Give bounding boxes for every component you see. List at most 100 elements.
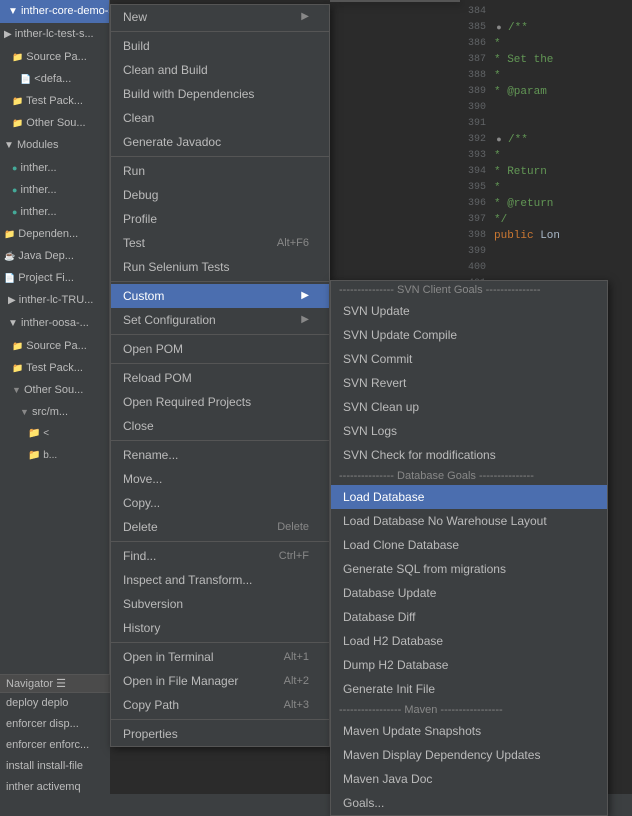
generate-sql[interactable]: Generate SQL from migrations <box>331 557 607 581</box>
menu-item-subversion[interactable]: Subversion <box>111 592 329 616</box>
sidebar-item-0[interactable]: ▼ inther-core-demo-s... <box>0 0 109 23</box>
menu-item-history[interactable]: History <box>111 616 329 640</box>
menu-item-copy[interactable]: Copy... <box>111 491 329 515</box>
sidebar-item-8[interactable]: ● inther... <box>0 179 109 201</box>
db-section-header: --------------- Database Goals ---------… <box>331 467 607 485</box>
menu-item-properties[interactable]: Properties <box>111 722 329 746</box>
menu-sep-7 <box>111 541 329 542</box>
menu-item-rename[interactable]: Rename... <box>111 443 329 467</box>
menu-item-new[interactable]: New ▶ <box>111 5 329 29</box>
sidebar-item-7[interactable]: ● inther... <box>0 157 109 179</box>
navigator-item-enforcer-enforc: enforcer enforc... <box>0 735 110 756</box>
menu-item-delete[interactable]: Delete Delete <box>111 515 329 539</box>
svn-check-modifications[interactable]: SVN Check for modifications <box>331 443 607 467</box>
menu-label-clean: Clean <box>123 109 154 127</box>
menu-item-javadoc[interactable]: Generate Javadoc <box>111 130 329 154</box>
menu-item-selenium[interactable]: Run Selenium Tests <box>111 255 329 279</box>
sidebar-item-angle[interactable]: 📁 < <box>0 423 109 445</box>
sidebar-item-6[interactable]: ▼ Modules <box>0 134 109 157</box>
menu-label-inspect: Inspect and Transform... <box>123 571 252 589</box>
sidebar-item-other1[interactable]: ▼ Other Sou... <box>0 379 109 401</box>
menu-item-find[interactable]: Find... Ctrl+F <box>111 544 329 568</box>
menu-label-open-terminal: Open in Terminal <box>123 648 214 666</box>
svn-logs[interactable]: SVN Logs <box>331 419 607 443</box>
sidebar-item-9[interactable]: ● inther... <box>0 201 109 223</box>
sidebar-item-3[interactable]: 📄 <defa... <box>0 68 109 90</box>
menu-item-custom[interactable]: Custom ▶ <box>111 284 329 308</box>
menu-item-open-pom[interactable]: Open POM <box>111 337 329 361</box>
sidebar-item-b[interactable]: 📁 b... <box>0 445 109 467</box>
sidebar-item-oosa[interactable]: ▼ inther-oosa-... <box>0 312 109 335</box>
submenu-new <box>330 0 460 2</box>
menu-item-build-dep[interactable]: Build with Dependencies <box>111 82 329 106</box>
database-update[interactable]: Database Update <box>331 581 607 605</box>
sidebar-item-src1[interactable]: 📁 Source Pa... <box>0 335 109 357</box>
menu-item-open-req[interactable]: Open Required Projects <box>111 390 329 414</box>
menu-item-profile[interactable]: Profile <box>111 207 329 231</box>
menu-label-rename: Rename... <box>123 446 178 464</box>
menu-item-clean[interactable]: Clean <box>111 106 329 130</box>
svn-commit[interactable]: SVN Commit <box>331 347 607 371</box>
load-h2-database[interactable]: Load H2 Database <box>331 629 607 653</box>
menu-item-run[interactable]: Run <box>111 159 329 183</box>
sidebar-item-java[interactable]: ☕ Java Dep... <box>0 245 109 267</box>
load-database[interactable]: Load Database <box>331 485 607 509</box>
menu-item-open-terminal[interactable]: Open in Terminal Alt+1 <box>111 645 329 669</box>
menu-item-inspect[interactable]: Inspect and Transform... <box>111 568 329 592</box>
database-diff-label: Database Diff <box>343 608 416 626</box>
navigator-title-label: Navigator ☰ <box>6 678 66 690</box>
menu-sep-5 <box>111 363 329 364</box>
menu-item-open-file-manager[interactable]: Open in File Manager Alt+2 <box>111 669 329 693</box>
menu-sep-2 <box>111 156 329 157</box>
menu-item-move[interactable]: Move... <box>111 467 329 491</box>
sidebar-item-tru[interactable]: ▶ inther-lc-TRU... <box>0 289 109 312</box>
sidebar-item-src2[interactable]: ▼ src/m... <box>0 401 109 423</box>
generate-init-file[interactable]: Generate Init File <box>331 677 607 701</box>
menu-label-open-req: Open Required Projects <box>123 393 251 411</box>
enforcer-disp-label: enforcer disp... <box>6 718 79 730</box>
menu-item-build[interactable]: Build <box>111 34 329 58</box>
goals[interactable]: Goals... <box>331 791 607 815</box>
navigator-item-activemq: inther activemq <box>0 777 110 798</box>
load-clone-database[interactable]: Load Clone Database <box>331 533 607 557</box>
menu-item-copy-path[interactable]: Copy Path Alt+3 <box>111 693 329 717</box>
submenu-arrow-custom: ▶ <box>301 287 309 305</box>
menu-item-test[interactable]: Test Alt+F6 <box>111 231 329 255</box>
dump-h2-database[interactable]: Dump H2 Database <box>331 653 607 677</box>
menu-label-run: Run <box>123 162 145 180</box>
database-diff[interactable]: Database Diff <box>331 605 607 629</box>
load-clone-database-label: Load Clone Database <box>343 536 459 554</box>
maven-java-doc[interactable]: Maven Java Doc <box>331 767 607 791</box>
sidebar-item-dep[interactable]: 📁 Dependen... <box>0 223 109 245</box>
maven-section-header: ----------------- Maven ----------------… <box>331 701 607 719</box>
svn-revert[interactable]: SVN Revert <box>331 371 607 395</box>
navigator-item-deploy: deploy deplo <box>0 693 110 714</box>
maven-update-snapshots[interactable]: Maven Update Snapshots <box>331 719 607 743</box>
maven-update-snapshots-label: Maven Update Snapshots <box>343 722 481 740</box>
svn-clean-up-label: SVN Clean up <box>343 398 419 416</box>
menu-item-clean-build[interactable]: Clean and Build <box>111 58 329 82</box>
sidebar-item-test1[interactable]: 📁 Test Pack... <box>0 357 109 379</box>
sidebar-item-5[interactable]: 📁 Other Sou... <box>0 112 109 134</box>
generate-sql-label: Generate SQL from migrations <box>343 560 506 578</box>
load-database-no-warehouse[interactable]: Load Database No Warehouse Layout <box>331 509 607 533</box>
menu-item-reload-pom[interactable]: Reload POM <box>111 366 329 390</box>
sidebar-item-4[interactable]: 📁 Test Pack... <box>0 90 109 112</box>
navigator-title: Navigator ☰ <box>0 675 110 693</box>
sidebar-item-proj[interactable]: 📄 Project Fi... <box>0 267 109 289</box>
menu-label-history: History <box>123 619 160 637</box>
sidebar-item-1[interactable]: ▶ inther-lc-test-s... <box>0 23 109 46</box>
menu-item-set-config[interactable]: Set Configuration ▶ <box>111 308 329 332</box>
svn-update[interactable]: SVN Update <box>331 299 607 323</box>
svn-update-compile[interactable]: SVN Update Compile <box>331 323 607 347</box>
maven-display-dep[interactable]: Maven Display Dependency Updates <box>331 743 607 767</box>
menu-label-build: Build <box>123 37 150 55</box>
svn-clean-up[interactable]: SVN Clean up <box>331 395 607 419</box>
shortcut-test: Alt+F6 <box>277 234 309 252</box>
menu-sep-1 <box>111 31 329 32</box>
svn-section-header: --------------- SVN Client Goals -------… <box>331 281 607 299</box>
menu-item-debug[interactable]: Debug <box>111 183 329 207</box>
sidebar-item-2[interactable]: 📁 Source Pa... <box>0 46 109 68</box>
load-database-label: Load Database <box>343 488 424 506</box>
menu-item-close[interactable]: Close <box>111 414 329 438</box>
